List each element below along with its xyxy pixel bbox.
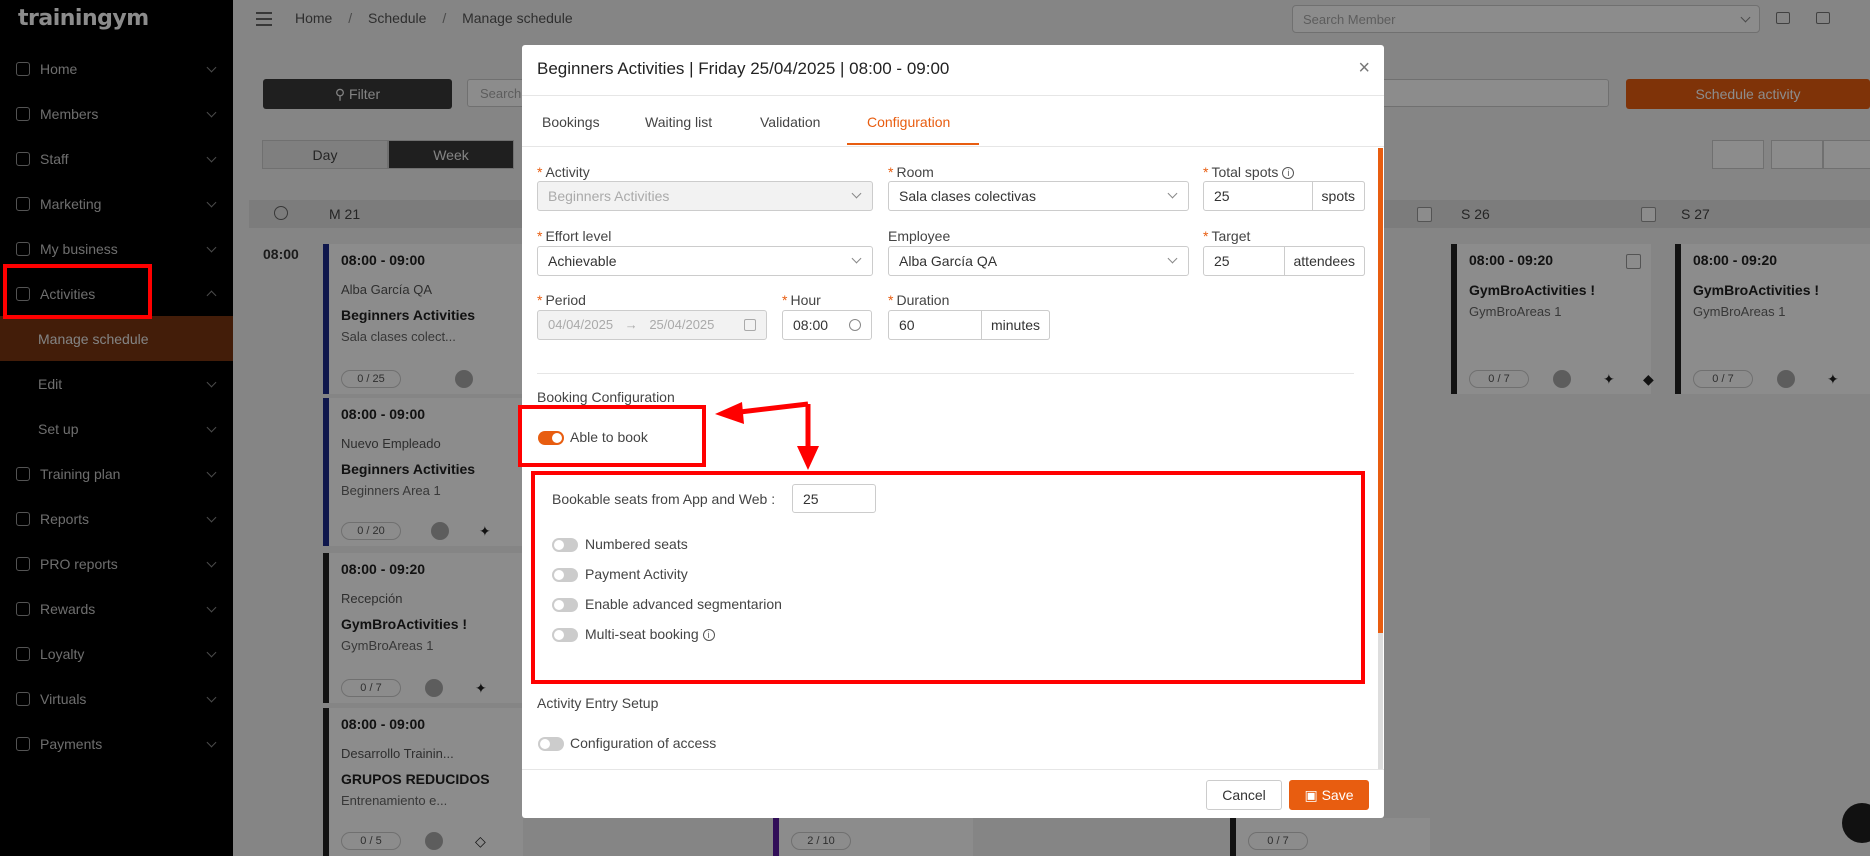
annotation-arrows: [715, 401, 819, 470]
